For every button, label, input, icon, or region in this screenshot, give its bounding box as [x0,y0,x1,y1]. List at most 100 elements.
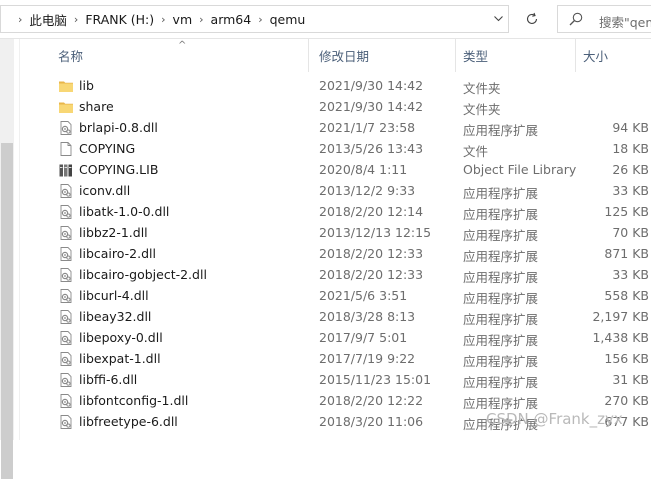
search-box[interactable]: 搜索"qemu" [557,5,651,33]
file-name: libeay32.dll [79,309,152,324]
file-row[interactable]: libatk-1.0-0.dll 2018/2/20 12:14 应用程序扩展 125… [20,201,651,222]
file-date: 2018/3/20 11:06 [319,414,424,429]
file-date: 2013/5/26 13:43 [319,141,424,156]
chevron-right-icon[interactable]: › [258,13,262,26]
file-row[interactable]: libcairo-2.dll 2018/2/20 12:33 应用程序扩展 871 K… [20,243,651,264]
file-date: 2013/12/2 9:33 [319,183,416,198]
chevron-right-icon[interactable]: › [18,13,22,26]
nav-pane-scrollbar[interactable] [0,39,14,479]
breadcrumb-qemu[interactable]: qemu [270,12,306,27]
file-date: 2017/9/7 5:01 [319,330,408,345]
file-name: libcurl-4.dll [79,288,149,303]
dll-icon [58,288,74,304]
file-row[interactable]: COPYING.LIB 2020/8/4 1:11 Object File Libr… [20,159,651,180]
chevron-down-icon[interactable] [488,6,508,32]
file-row[interactable]: libfontconfig-1.dll 2018/2/20 12:22 应用程序扩展… [20,390,651,411]
file-date: 2021/1/7 23:58 [319,120,416,135]
file-name: libatk-1.0-0.dll [79,204,170,219]
dll-icon [58,372,74,388]
file-name: COPYING [79,141,136,156]
column-header-date[interactable]: 修改日期 [319,39,369,72]
file-size: 26 KB [612,162,649,177]
file-type: 应用程序扩展 [463,186,539,201]
file-size: 1,438 KB [592,330,649,345]
column-divider[interactable] [455,39,456,72]
file-size: 156 KB [604,351,649,366]
breadcrumb-arm64[interactable]: arm64 [211,12,252,27]
file-date: 2020/8/4 1:11 [319,162,408,177]
folder-icon [58,78,74,94]
file-name: COPYING.LIB [79,162,159,177]
file-type: 文件夹 [463,81,501,96]
column-header-size[interactable]: 大小 [583,39,608,72]
file-name: brlapi-0.8.dll [79,120,158,135]
file-type: 应用程序扩展 [463,123,539,138]
file-name: libcairo-2.dll [79,246,156,261]
file-row[interactable]: libcurl-4.dll 2021/5/6 3:51 应用程序扩展 558 KB [20,285,651,306]
lib-icon [58,162,74,178]
file-date: 2018/2/20 12:14 [319,204,424,219]
refresh-icon [526,12,538,25]
dll-icon [58,204,74,220]
file-size: 125 KB [604,204,649,219]
breadcrumb-this-pc[interactable]: 此电脑 [29,10,67,29]
breadcrumb: › 此电脑 › FRANK (H:) › vm › arm64 › qemu [11,6,305,32]
file-row[interactable]: share 2021/9/30 14:42 文件夹 [20,96,651,117]
file-row[interactable]: brlapi-0.8.dll 2021/1/7 23:58 应用程序扩展 94 KB [20,117,651,138]
file-size: 31 KB [612,372,649,387]
file-row[interactable]: libeay32.dll 2018/3/28 8:13 应用程序扩展 2,197 KB [20,306,651,327]
search-icon [569,12,583,26]
column-divider[interactable] [308,39,309,72]
file-row[interactable]: libffi-6.dll 2015/11/23 15:01 应用程序扩展 31 KB [20,369,651,390]
search-input[interactable]: 搜索"qemu" [599,12,651,31]
file-date: 2015/11/23 15:01 [319,372,432,387]
file-type: 应用程序扩展 [463,375,539,390]
dll-icon [58,120,74,136]
dll-icon [58,246,74,262]
file-row[interactable]: libexpat-1.dll 2017/7/19 9:22 应用程序扩展 156 KB [20,348,651,369]
chevron-right-icon[interactable]: › [161,13,165,26]
file-type: 应用程序扩展 [463,333,539,348]
dll-icon [58,414,74,430]
file-size: 270 KB [604,393,649,408]
dll-icon [58,330,74,346]
file-row[interactable]: libcairo-gobject-2.dll 2018/2/20 12:33 应用程… [20,264,651,285]
file-row[interactable]: lib 2021/9/30 14:42 文件夹 [20,75,651,96]
file-size: 871 KB [604,246,649,261]
file-row[interactable]: libepoxy-0.dll 2017/9/7 5:01 应用程序扩展 1,438 K… [20,327,651,348]
file-date: 2018/2/20 12:33 [319,246,424,261]
dll-icon [58,183,74,199]
file-type: 文件 [463,144,489,159]
file-date: 2013/12/13 12:15 [319,225,432,240]
file-size: 70 KB [612,225,649,240]
file-row[interactable]: COPYING 2013/5/26 13:43 文件 18 KB [20,138,651,159]
column-header-type[interactable]: 类型 [463,39,488,72]
file-type: 应用程序扩展 [463,249,539,264]
file-date: 2021/9/30 14:42 [319,78,424,93]
column-divider[interactable] [575,39,576,72]
file-row[interactable]: libbz2-1.dll 2013/12/13 12:15 应用程序扩展 70 KB [20,222,651,243]
file-size: 33 KB [612,183,649,198]
sort-ascending-icon: ^ [178,40,187,51]
file-icon [58,141,74,157]
breadcrumb-vm[interactable]: vm [173,12,193,27]
dll-icon [58,351,74,367]
dll-icon [58,309,74,325]
file-row[interactable]: iconv.dll 2013/12/2 9:33 应用程序扩展 33 KB [20,180,651,201]
file-type: Object File Library [463,162,577,177]
watermark: CSDN @Frank_zyx [486,410,623,428]
column-header-name[interactable]: 名称 [58,39,83,72]
nav-pane-scroll-thumb[interactable] [1,143,13,479]
refresh-button[interactable] [516,5,548,33]
breadcrumb-drive[interactable]: FRANK (H:) [85,12,154,27]
chevron-right-icon[interactable]: › [74,13,78,26]
file-date: 2018/2/20 12:22 [319,393,424,408]
file-name: libcairo-gobject-2.dll [79,267,207,282]
file-type: 应用程序扩展 [463,228,539,243]
file-size: 33 KB [612,267,649,282]
file-type: 应用程序扩展 [463,354,539,369]
chevron-right-icon[interactable]: › [199,13,203,26]
file-name: libexpat-1.dll [79,351,161,366]
address-bar[interactable]: › 此电脑 › FRANK (H:) › vm › arm64 › qemu [0,5,509,33]
file-date: 2021/9/30 14:42 [319,99,424,114]
